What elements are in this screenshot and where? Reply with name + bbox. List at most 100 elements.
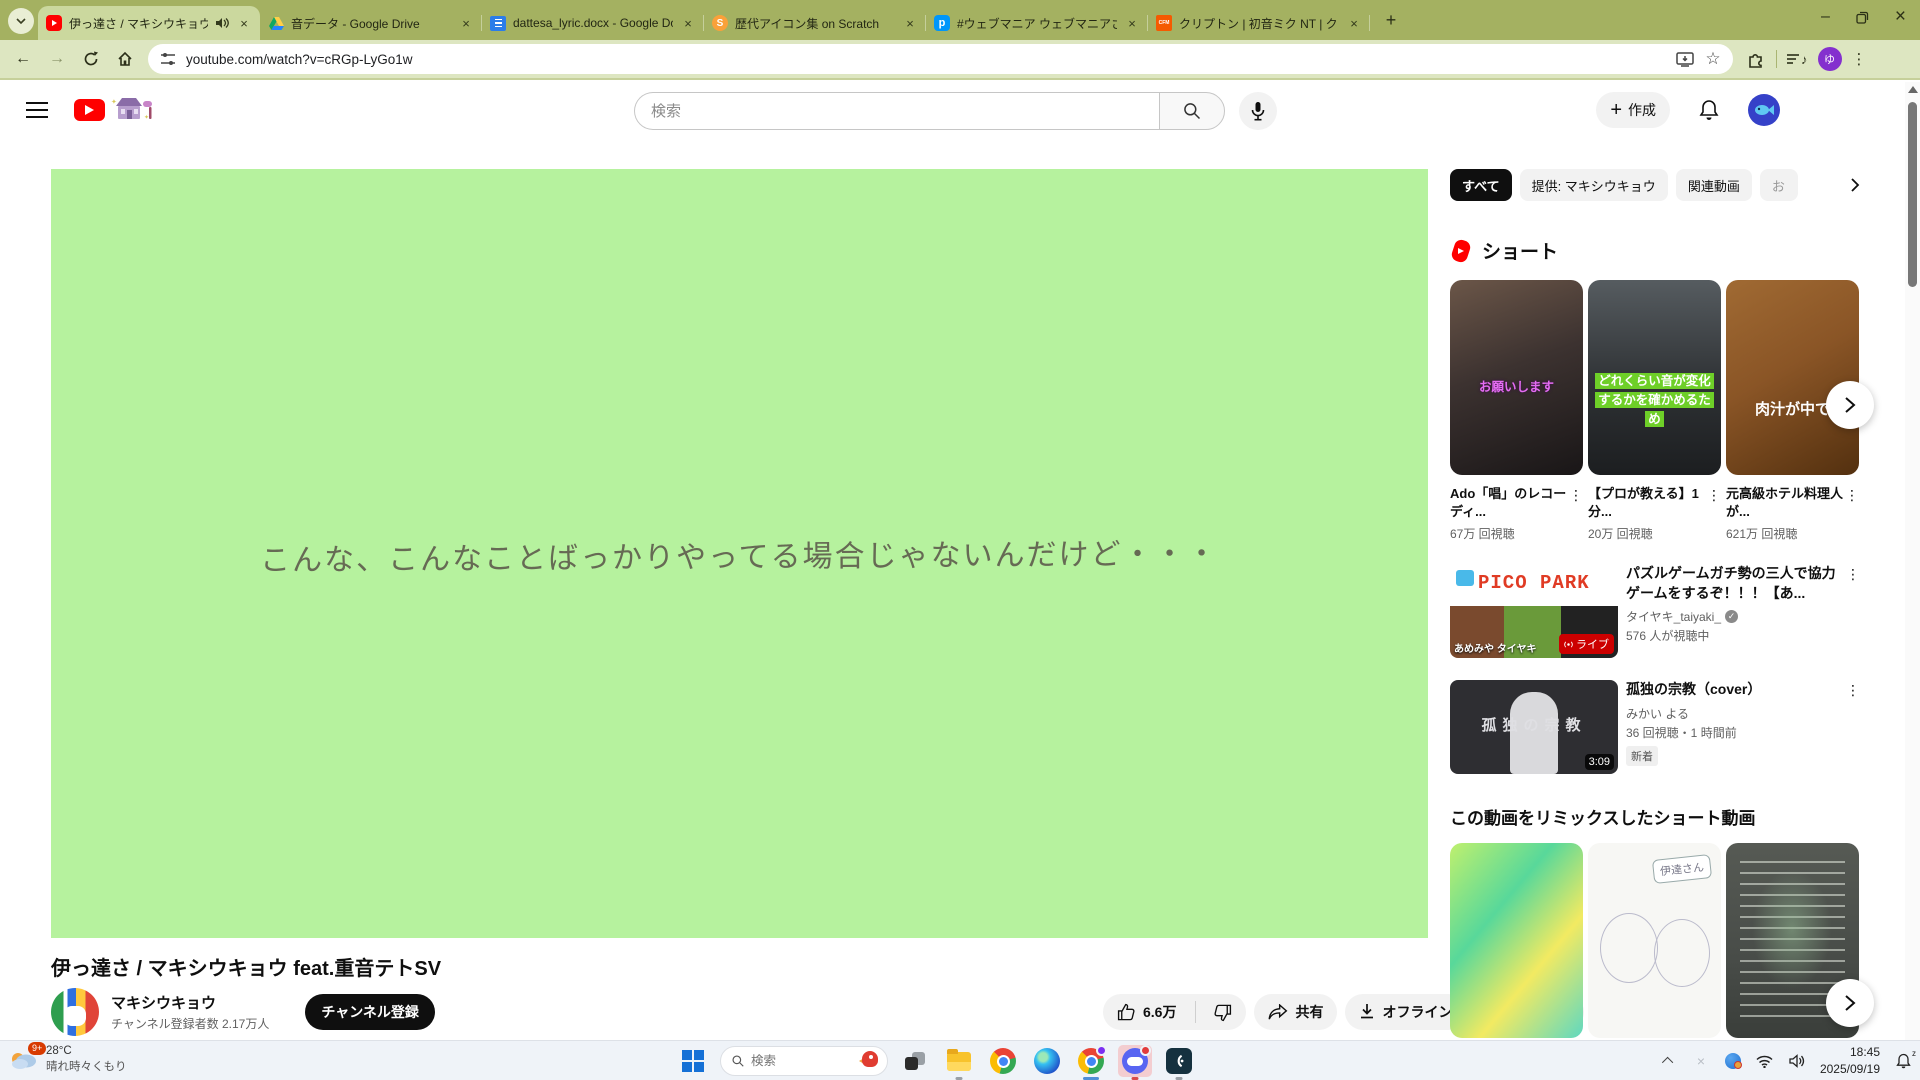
notification-bell-icon[interactable]: z (1894, 1053, 1912, 1069)
create-button[interactable]: + 作成 (1596, 92, 1670, 128)
tab-scratch[interactable]: S 歴代アイコン集 on Scratch × (704, 6, 926, 40)
taskbar-search-input[interactable] (751, 1054, 853, 1068)
short-thumbnail-2[interactable]: どれくらい音が変化するかを確かめるため (1588, 280, 1721, 475)
tab-close-icon[interactable]: × (236, 15, 252, 31)
back-button[interactable]: ← (8, 44, 38, 74)
close-window-button[interactable]: × (1895, 6, 1906, 28)
video-thumbnail[interactable]: 孤独の宗教 3:09 (1450, 680, 1618, 774)
weather-icon: 9+ (8, 1045, 40, 1075)
notifications-bell-icon[interactable] (1698, 99, 1720, 122)
offline-button[interactable]: オフライン (1345, 994, 1466, 1030)
youtube-logo[interactable]: ✦ ✦ (74, 95, 154, 125)
video-thumbnail[interactable]: PICO PARK あめみや タイヤキ ライブ (1450, 564, 1618, 658)
share-button[interactable]: 共有 (1254, 994, 1337, 1030)
related-video-row[interactable]: 孤独の宗教 3:09 孤独の宗教（cover） ⋮ みかい よる 36 回視聴・… (1450, 680, 1860, 774)
related-video-row[interactable]: PICO PARK あめみや タイヤキ ライブ パズルゲームガチ勢の三人で協力ゲ… (1450, 564, 1860, 658)
address-bar[interactable]: youtube.com/watch?v=cRGp-LyGo1w ☆ (148, 44, 1733, 74)
tab-close-icon[interactable]: × (1124, 15, 1140, 31)
short-thumbnail-3[interactable]: 肉汁が中で (1726, 280, 1859, 475)
volume-icon[interactable] (1788, 1054, 1806, 1068)
edge-button[interactable] (1030, 1045, 1064, 1077)
youtube-header: ✦ ✦ + 作成 (0, 82, 1920, 138)
scrollbar-thumb[interactable] (1908, 102, 1917, 287)
bookmark-star-icon[interactable]: ☆ (1703, 49, 1723, 69)
tab-pixiv[interactable]: p #ウェブマニア ウェブマニアさん - SD / × (926, 6, 1148, 40)
tab-google-docs[interactable]: dattesa_lyric.docx - Google Do × (482, 6, 704, 40)
page-scrollbar[interactable] (1905, 82, 1920, 1040)
chip-truncated[interactable]: お (1760, 169, 1798, 201)
forward-button[interactable]: → (42, 44, 72, 74)
chrome-active-button[interactable] (1074, 1045, 1108, 1077)
short-thumbnail-1[interactable]: お願いします (1450, 280, 1583, 475)
url-text[interactable]: youtube.com/watch?v=cRGp-LyGo1w (186, 52, 1667, 67)
extensions-icon[interactable] (1747, 50, 1766, 69)
tab-search-button[interactable] (8, 8, 34, 34)
weather-widget[interactable]: 9+ 28°C 晴れ時々くもり (8, 1044, 127, 1075)
file-explorer-button[interactable] (942, 1045, 976, 1077)
channel-name[interactable]: マキシウキョウ (111, 992, 269, 1013)
tray-app-icon[interactable]: × (1692, 1053, 1710, 1069)
search-button[interactable] (1159, 92, 1225, 130)
site-settings-icon[interactable] (158, 49, 178, 69)
tab-close-icon[interactable]: × (902, 15, 918, 31)
header-actions: + 作成 (1596, 92, 1780, 128)
wifi-icon[interactable] (1756, 1055, 1774, 1068)
task-view-button[interactable] (898, 1045, 932, 1077)
video-player[interactable]: こんな、こんなことばっかりやってる場合じゃないんだけど・・・ (51, 169, 1428, 938)
video-menu-icon[interactable]: ⋮ (1846, 566, 1860, 583)
tab-close-icon[interactable]: × (458, 15, 474, 31)
new-tab-button[interactable]: + (1378, 7, 1404, 33)
video-menu-icon[interactable]: ⋮ (1846, 682, 1860, 699)
app-button[interactable] (1162, 1045, 1196, 1077)
browser-menu-icon[interactable]: ⋮ (1852, 50, 1867, 68)
chip-from-channel[interactable]: 提供: マキシウキョウ (1520, 169, 1668, 201)
chrome-button[interactable] (986, 1045, 1020, 1077)
channel-avatar[interactable] (51, 988, 99, 1036)
subscribe-button[interactable]: チャンネル登録 (305, 994, 435, 1030)
reload-button[interactable] (76, 44, 106, 74)
video-title[interactable]: パズルゲームガチ勢の三人で協力ゲームをするぞ！！！【あ... (1626, 564, 1844, 603)
like-button[interactable]: 6.6万 (1103, 994, 1188, 1030)
remix-short-thumbnail-1[interactable] (1450, 843, 1583, 1038)
chip-related[interactable]: 関連動画 (1676, 169, 1752, 201)
tab-close-icon[interactable]: × (1346, 15, 1362, 31)
browser-profile-avatar[interactable]: ゆ (1818, 47, 1842, 71)
scrollbar-up-arrow[interactable] (1908, 86, 1918, 93)
chip-all[interactable]: すべて (1450, 169, 1512, 201)
video-title[interactable]: 孤独の宗教（cover） (1626, 680, 1844, 700)
video-lyric-text: こんな、こんなことばっかりやってる場合じゃないんだけど・・・ (260, 528, 1219, 579)
tab-audio-icon[interactable] (215, 17, 229, 29)
short-menu-icon[interactable]: ⋮ (1707, 487, 1721, 504)
taskbar-search[interactable] (720, 1046, 888, 1076)
tab-close-icon[interactable]: × (680, 15, 696, 31)
taskbar-clock[interactable]: 18:45 2025/09/19 (1820, 1044, 1880, 1078)
start-button[interactable] (676, 1045, 710, 1077)
short-title[interactable]: Ado「唱」のレコーディ... (1450, 485, 1569, 520)
short-title[interactable]: 【プロが教える】1分... (1588, 485, 1707, 520)
user-avatar[interactable] (1748, 94, 1780, 126)
discord-button[interactable] (1118, 1045, 1152, 1077)
short-menu-icon[interactable]: ⋮ (1845, 487, 1859, 504)
dislike-button[interactable] (1203, 994, 1246, 1030)
voice-search-button[interactable] (1239, 92, 1277, 130)
short-title[interactable]: 元高級ホテル料理人が... (1726, 485, 1845, 520)
home-button[interactable] (110, 44, 140, 74)
remix-scroll-right-button[interactable] (1826, 979, 1874, 1027)
tray-blue-app-icon[interactable] (1724, 1053, 1742, 1069)
tab-crypton[interactable]: CFM クリプトン | 初音ミク NT | クリプトン × (1148, 6, 1370, 40)
tab-youtube-video[interactable]: 伊っ達さ / マキシウキョウ feat.重 × (38, 6, 260, 40)
short-menu-icon[interactable]: ⋮ (1569, 487, 1583, 504)
reading-list-icon[interactable]: ♪ (1787, 52, 1808, 67)
search-input[interactable] (634, 92, 1159, 130)
shorts-scroll-right-button[interactable] (1826, 381, 1874, 429)
remix-short-thumbnail-2[interactable]: 伊達さん (1588, 843, 1721, 1038)
toolbar-right: ♪ ゆ ⋮ (1747, 47, 1867, 71)
minimize-button[interactable]: – (1821, 8, 1830, 26)
restore-button[interactable] (1856, 11, 1869, 24)
tab-google-drive[interactable]: 音データ - Google Drive × (260, 6, 482, 40)
windows-logo-icon (682, 1050, 704, 1072)
guide-menu-button[interactable] (26, 102, 48, 118)
tray-overflow-chevron[interactable] (1660, 1057, 1678, 1065)
install-app-icon[interactable] (1675, 49, 1695, 69)
chips-scroll-right-icon[interactable] (1850, 178, 1860, 192)
